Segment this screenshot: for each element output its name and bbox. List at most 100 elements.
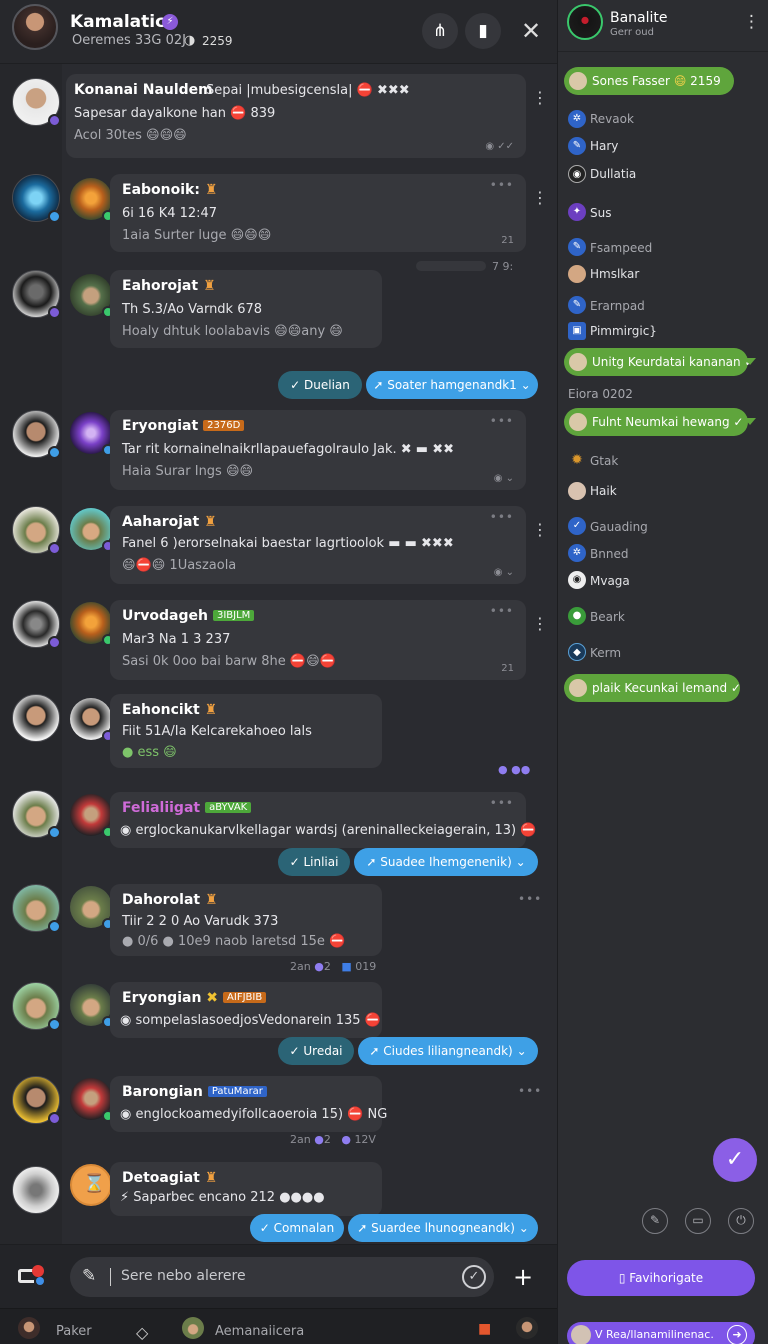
- more-icon[interactable]: •••: [490, 510, 514, 524]
- sidebar-menu-icon[interactable]: ⋮: [743, 12, 760, 32]
- member-name[interactable]: Hmslkar: [590, 267, 639, 281]
- message-bubble[interactable]: Konanai Nauldem Sepai |mubesigcensla| ⛔ …: [66, 74, 526, 158]
- avatar[interactable]: [12, 78, 61, 127]
- footer-user-bar[interactable]: V Rea/llanamilinenac. ➜: [567, 1322, 755, 1344]
- message-bubble[interactable]: Eahoncikt ♜ Fiit 51A/Ia Kelcarekahoeo la…: [110, 694, 382, 768]
- reply-button[interactable]: ✓ Comnalan: [250, 1214, 344, 1242]
- more-icon[interactable]: •••: [518, 892, 545, 906]
- primary-action-button[interactable]: ▯ Favihorigate: [567, 1260, 755, 1296]
- avatar[interactable]: [12, 1076, 61, 1125]
- avatar[interactable]: [70, 886, 114, 930]
- bookmark-button[interactable]: ▮: [465, 13, 501, 49]
- message-bubble[interactable]: Eabonoik: ♜ ••• 6i 16 K4 12:47 1aia Surt…: [110, 174, 526, 252]
- member-name[interactable]: Beark: [590, 610, 625, 624]
- member-name[interactable]: Dullatia: [590, 167, 636, 181]
- group-pill[interactable]: Fulnt Neumkai hewang ✓: [564, 408, 756, 436]
- quick-action-button[interactable]: ➚ Ciudes liliangneandk) ⌄: [358, 1037, 538, 1065]
- message-list[interactable]: Konanai Nauldem Sepai |mubesigcensla| ⛔ …: [0, 64, 557, 1244]
- group-pill[interactable]: Unitg Keurdatai kananan ✓: [564, 348, 756, 376]
- user-avatar[interactable]: [516, 1317, 538, 1339]
- message-bubble[interactable]: Aaharojat ♜ ••• Fanel 6 )erorselnakai ba…: [110, 506, 526, 584]
- avatar[interactable]: [12, 884, 61, 933]
- reaction-bar[interactable]: 2an ●2 ■ 019: [290, 960, 376, 973]
- avatar[interactable]: [70, 178, 114, 222]
- avatar[interactable]: [12, 506, 61, 555]
- avatar[interactable]: [12, 982, 61, 1031]
- user-avatar[interactable]: [182, 1317, 204, 1339]
- member-name[interactable]: Haik: [590, 484, 617, 498]
- member-name[interactable]: Gauading: [590, 520, 648, 534]
- sidebar-avatar[interactable]: [567, 4, 603, 40]
- member-name[interactable]: Hary: [590, 139, 618, 153]
- member-name[interactable]: Revaok: [590, 112, 634, 126]
- avatar[interactable]: [70, 1078, 114, 1122]
- quick-action-button[interactable]: ➚ Suadee Ihemgenenik) ⌄: [354, 848, 538, 876]
- reaction-icon[interactable]: ● ●●: [498, 763, 530, 776]
- avatar[interactable]: [70, 984, 114, 1028]
- confirm-fab-button[interactable]: ✓: [713, 1138, 757, 1182]
- avatar[interactable]: [70, 412, 114, 456]
- member-name[interactable]: Bnned: [590, 547, 628, 561]
- message-bubble[interactable]: Eryongian ✖ AIFJBIB ◉ sompelaslasoedjosVe…: [110, 982, 382, 1038]
- message-bubble[interactable]: Urvodageh 3IBJLM ••• Mar3 Na 1 3 237 Sasi…: [110, 600, 526, 680]
- reply-button[interactable]: ✓ Uredai: [278, 1037, 354, 1065]
- message-menu-icon[interactable]: ⋮: [532, 188, 548, 207]
- more-icon[interactable]: •••: [490, 414, 514, 428]
- close-icon[interactable]: ✕: [516, 13, 546, 49]
- screen-share-icon[interactable]: ▭: [685, 1208, 711, 1234]
- avatar[interactable]: [70, 508, 114, 552]
- avatar[interactable]: [70, 794, 114, 838]
- message-bubble[interactable]: Eahorojat ♜ Th S.3/Ao Varndk 678 Hoaly d…: [110, 270, 382, 348]
- member-name[interactable]: Gtak: [590, 454, 618, 468]
- member-name[interactable]: Sus: [590, 206, 611, 220]
- user-avatar[interactable]: [18, 1317, 40, 1339]
- more-icon[interactable]: •••: [490, 178, 514, 192]
- more-icon[interactable]: •••: [518, 1084, 545, 1098]
- check-circle-icon[interactable]: ✓: [462, 1265, 486, 1289]
- tab-label[interactable]: Paker: [56, 1324, 92, 1339]
- channel-avatar[interactable]: [12, 4, 58, 50]
- member-name[interactable]: Erarnpad: [590, 299, 645, 313]
- avatar[interactable]: [12, 600, 61, 649]
- message-menu-icon[interactable]: ⋮: [532, 88, 548, 107]
- message-bubble[interactable]: Felialiigat aBYVAK ••• ◉ erglockanukarvlk…: [110, 792, 536, 848]
- reaction-bar[interactable]: 2an ●2 ● 12V: [290, 1133, 376, 1146]
- game-icon[interactable]: ■: [478, 1321, 491, 1337]
- message-bubble[interactable]: Dahorolat ♜ Tiir 2 2 0 Ao Varudk 373 ● 0…: [110, 884, 382, 956]
- avatar[interactable]: ⌛: [70, 1164, 112, 1206]
- message-bubble[interactable]: Barongian PatuMarar ◉ englockoamedyifollc…: [110, 1076, 387, 1132]
- avatar[interactable]: [12, 694, 60, 742]
- app-logo-icon[interactable]: [18, 1263, 48, 1289]
- group-pill[interactable]: Sones Fasser 😄 2159: [564, 67, 734, 95]
- edit-icon[interactable]: ✎: [642, 1208, 668, 1234]
- message-input[interactable]: ✎ Sere nebo alerere ✓: [70, 1257, 494, 1297]
- message-menu-icon[interactable]: ⋮: [532, 614, 548, 633]
- avatar[interactable]: [12, 270, 61, 319]
- add-attachment-button[interactable]: +: [508, 1264, 538, 1294]
- avatar[interactable]: [12, 790, 61, 839]
- power-icon[interactable]: ⏻: [728, 1208, 754, 1234]
- more-icon[interactable]: •••: [490, 604, 514, 618]
- reply-button[interactable]: ✓ Duelian: [278, 371, 362, 399]
- avatar[interactable]: [70, 698, 114, 742]
- message-menu-icon[interactable]: ⋮: [532, 520, 548, 539]
- share-button[interactable]: ⋔: [422, 13, 458, 49]
- avatar[interactable]: [12, 174, 61, 223]
- message-bubble[interactable]: Eryongiat 2376D ••• Tar rit kornainelnaik…: [110, 410, 526, 490]
- message-bubble[interactable]: Detoagiat ♜ ⚡ Saparbec encano 212 ●●●●: [110, 1162, 382, 1216]
- tab-label[interactable]: Aemanaiicera: [215, 1324, 304, 1339]
- quick-action-button[interactable]: ➚ Soater hamgenandk1 ⌄: [366, 371, 538, 399]
- avatar[interactable]: [70, 274, 114, 318]
- member-name[interactable]: Fsampeed: [590, 241, 652, 255]
- reply-button[interactable]: ✓ Linliai: [278, 848, 350, 876]
- member-name[interactable]: Mvaga: [590, 574, 630, 588]
- avatar[interactable]: [12, 410, 61, 459]
- member-name[interactable]: Kerm: [590, 646, 621, 660]
- member-name[interactable]: Pimmirgic}: [590, 324, 657, 338]
- more-icon[interactable]: •••: [490, 796, 514, 810]
- tag-icon[interactable]: ◇: [136, 1323, 148, 1342]
- group-pill[interactable]: plaik Kecunkai lemand ✓: [564, 674, 741, 702]
- avatar[interactable]: [70, 602, 114, 646]
- avatar[interactable]: [12, 1166, 60, 1214]
- arrow-right-icon[interactable]: ➜: [727, 1325, 747, 1344]
